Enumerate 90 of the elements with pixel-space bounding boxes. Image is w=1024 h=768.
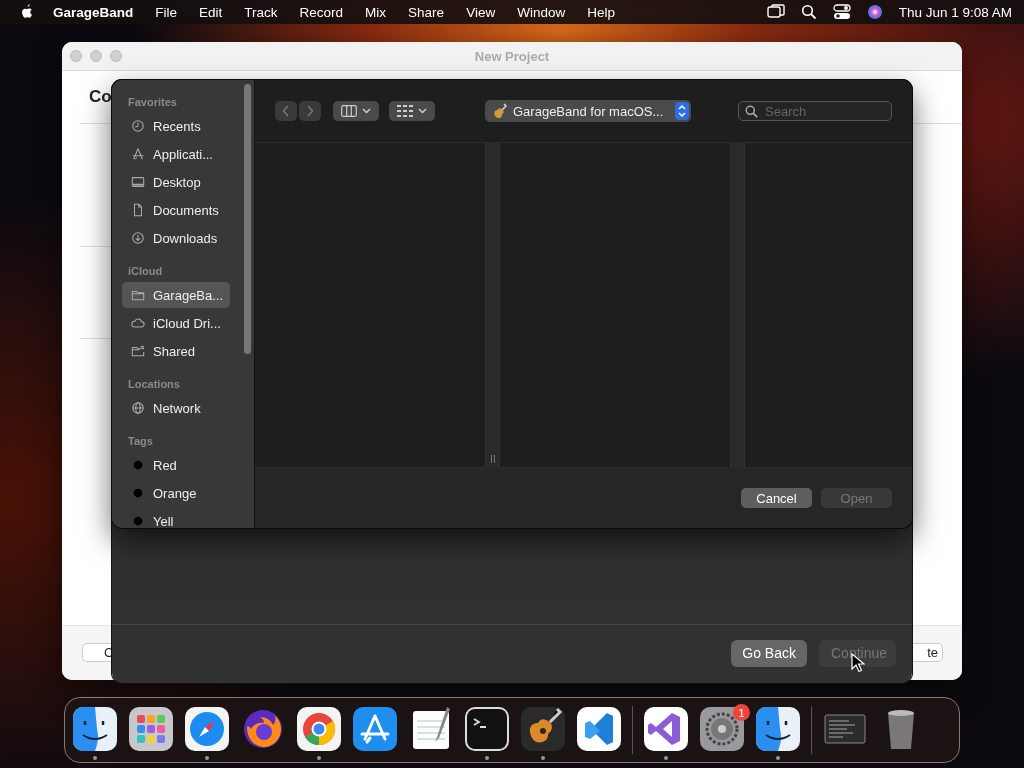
triangle-tools-icon[interactable] [353, 706, 397, 751]
apple-logo-icon[interactable] [20, 4, 34, 20]
compass-icon[interactable] [185, 706, 229, 751]
notification-badge: 1 [733, 704, 750, 721]
colored-ring-icon[interactable] [297, 706, 341, 751]
sidebar-item[interactable]: Desktop [122, 169, 230, 195]
sidebar-item-label: Applicati... [153, 146, 213, 162]
gear-icon[interactable] [700, 706, 744, 751]
group-button[interactable] [389, 101, 435, 121]
sidebar-item[interactable]: Recents [122, 113, 230, 139]
menu-item[interactable]: Help [587, 4, 615, 20]
sidebar-section-title: Favorites [128, 96, 178, 108]
app-grid-icon[interactable] [129, 706, 173, 751]
search-field[interactable]: Search [738, 101, 892, 121]
guitar-icon [493, 103, 507, 119]
tag-dot-icon [131, 458, 145, 472]
sidebar-item[interactable]: GarageBa... [122, 282, 230, 308]
grid-icon [397, 105, 413, 117]
sidebar-item[interactable]: iCloud Dri... [122, 310, 230, 336]
smiling-face-icon[interactable] [756, 706, 800, 751]
menu-bar-clock[interactable]: Thu Jun 1 9:08 AM [898, 4, 1012, 20]
up-down-arrows-icon [675, 102, 689, 120]
sidebar-item-label: Downloads [153, 230, 218, 246]
cloud-icon [131, 316, 145, 330]
orb-icon[interactable] [866, 4, 883, 20]
go-back-button[interactable]: Go Back [731, 639, 807, 667]
sidebar-section-title: Tags [128, 435, 154, 447]
download-icon [131, 231, 145, 245]
menu-item[interactable]: Record [299, 4, 344, 20]
clock-icon [131, 119, 145, 133]
caret-icon [362, 108, 371, 114]
control-center-icon[interactable] [832, 4, 851, 20]
chevron-right-icon [306, 105, 314, 117]
sidebar-item-label: Red [153, 457, 177, 473]
menu-item[interactable]: Track [244, 4, 278, 20]
back-button[interactable] [275, 101, 297, 121]
sidebar-item[interactable]: Red [122, 452, 230, 478]
scrollbar-thumb[interactable] [244, 84, 251, 354]
menu-item[interactable]: Edit [199, 4, 223, 20]
sidebar-item-label: Orange [153, 485, 197, 501]
caret-icon [418, 108, 427, 114]
app-menu[interactable]: GarageBand [53, 4, 134, 20]
ribbon-icon[interactable] [577, 706, 621, 751]
menu-item[interactable]: Share [408, 4, 445, 20]
menu-item[interactable]: File [155, 4, 178, 20]
tag-dot-icon [131, 486, 145, 500]
sidebar-section-title: Locations [128, 378, 181, 390]
sidebar-item[interactable]: Yell [122, 508, 230, 528]
folder-icon [131, 288, 145, 302]
sidebar-item-label: Desktop [153, 174, 201, 190]
sidebar-item[interactable]: Downloads [122, 225, 230, 251]
columns-icon [341, 105, 357, 117]
page-heading: Co [89, 87, 112, 107]
sidebar-item-label: Recents [153, 118, 201, 134]
sidebar-section-title: iCloud [128, 265, 164, 277]
menu-item[interactable]: View [466, 4, 496, 20]
sidebar-item-label: Documents [153, 202, 219, 218]
search-icon[interactable] [800, 4, 817, 20]
sidebar-item[interactable]: Documents [122, 197, 230, 223]
menu-item[interactable]: Mix [365, 4, 387, 20]
sidebar-item[interactable]: Network [122, 395, 230, 421]
sidebar-item-label: GarageBa... [153, 287, 224, 303]
smiling-face-icon[interactable] [73, 706, 117, 751]
terminal-icon[interactable] [465, 706, 509, 751]
chevron-left-icon [282, 105, 290, 117]
view-mode-button[interactable] [333, 101, 379, 121]
sidebar-item[interactable]: Applicati... [122, 141, 230, 167]
menu-item[interactable]: Window [517, 4, 566, 20]
desktop-icon [131, 175, 145, 189]
location-popup[interactable]: GarageBand for macOS... [485, 100, 691, 122]
document-icon [131, 203, 145, 217]
sidebar-item-label: Shared [153, 343, 195, 359]
guitar-icon[interactable] [521, 706, 565, 751]
window-title: New Project [474, 48, 550, 64]
sidebar-item[interactable]: Orange [122, 480, 230, 506]
forward-button[interactable] [299, 101, 321, 121]
screen-mirroring-icon[interactable] [766, 4, 785, 20]
sidebar-item-label: Yell [153, 513, 174, 528]
compass-tool-icon [131, 147, 145, 161]
sidebar-item-label: Network [153, 400, 201, 416]
window-button[interactable]: te [912, 643, 943, 662]
search-icon [745, 105, 758, 118]
globe-icon [131, 401, 145, 415]
sidebar-item-label: iCloud Dri... [153, 315, 221, 331]
sidebar-item[interactable]: Shared [122, 338, 230, 364]
resize-grip-icon[interactable] [489, 455, 496, 463]
tag-dot-icon [131, 514, 145, 528]
cancel-button[interactable]: Cancel [741, 488, 812, 508]
shared-folder-icon [131, 344, 145, 358]
loop-icon[interactable] [644, 706, 688, 751]
